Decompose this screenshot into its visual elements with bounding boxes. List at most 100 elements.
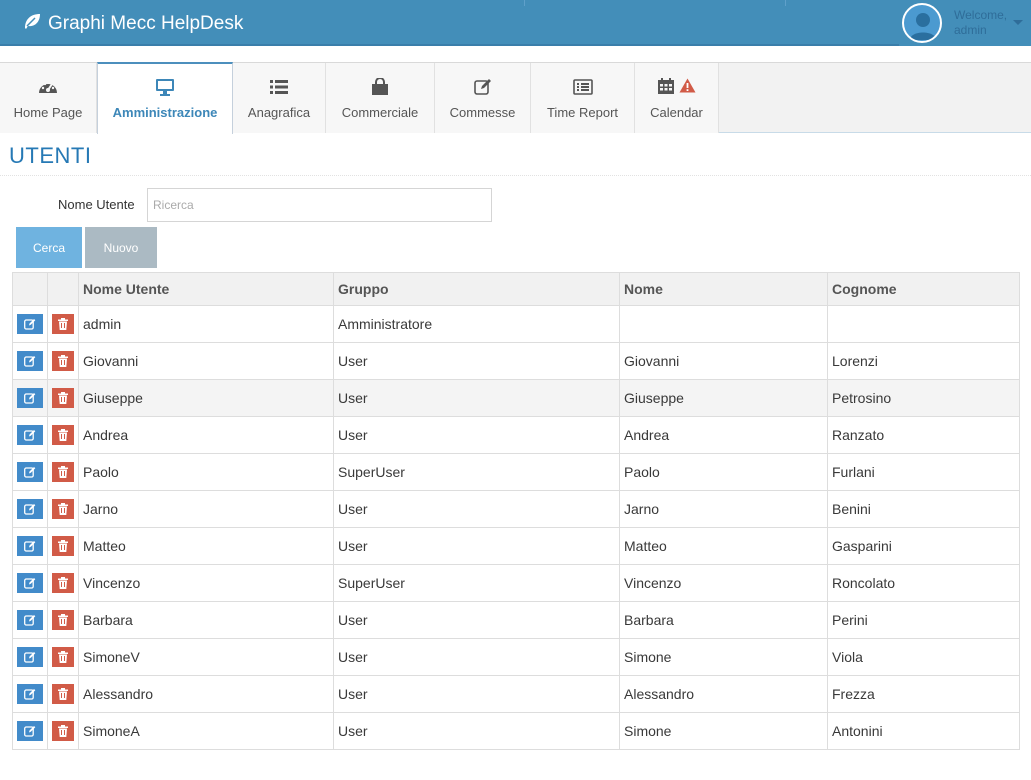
trash-icon[interactable] — [52, 573, 74, 593]
column-header-group[interactable]: Gruppo — [333, 272, 620, 306]
edit-icon[interactable] — [17, 647, 43, 667]
trash-icon[interactable] — [52, 314, 74, 334]
cell-username: SimoneA — [78, 712, 334, 750]
cell-group: User — [333, 527, 620, 565]
delete-cell — [47, 527, 79, 565]
cell-username: SimoneV — [78, 638, 334, 676]
cell-username: Barbara — [78, 601, 334, 639]
search-input[interactable] — [147, 188, 492, 222]
edit-cell — [12, 379, 48, 417]
app-brand[interactable]: Graphi Mecc HelpDesk — [22, 11, 243, 37]
tab-label: Anagrafica — [247, 105, 311, 120]
trash-icon[interactable] — [52, 684, 74, 704]
tab-amministrazione[interactable]: Amministrazione — [97, 62, 233, 134]
delete-cell — [47, 490, 79, 528]
edit-icon — [473, 77, 492, 97]
delete-cell — [47, 675, 79, 713]
cell-username: admin — [78, 305, 334, 343]
title-divider — [0, 175, 1031, 176]
edit-icon[interactable] — [17, 425, 43, 445]
cell-surname: Viola — [827, 638, 1020, 676]
tab-icons — [657, 77, 696, 97]
column-header-name[interactable]: Nome — [619, 272, 828, 306]
trash-icon[interactable] — [52, 647, 74, 667]
cell-username: Vincenzo — [78, 564, 334, 602]
cell-name: Alessandro — [619, 675, 828, 713]
column-header-surname[interactable]: Cognome — [827, 272, 1020, 306]
edit-cell — [12, 416, 48, 454]
cell-group: User — [333, 712, 620, 750]
edit-icon[interactable] — [17, 462, 43, 482]
trash-icon[interactable] — [52, 610, 74, 630]
cell-surname: Perini — [827, 601, 1020, 639]
trash-icon[interactable] — [52, 462, 74, 482]
cell-group: User — [333, 342, 620, 380]
cell-group: User — [333, 675, 620, 713]
delete-cell — [47, 601, 79, 639]
tab-anagrafica[interactable]: Anagrafica — [233, 63, 326, 133]
tab-time-report[interactable]: Time Report — [531, 63, 635, 133]
edit-icon[interactable] — [17, 314, 43, 334]
tab-commerciale[interactable]: Commerciale — [326, 63, 435, 133]
cell-name: Giovanni — [619, 342, 828, 380]
table-row: SimoneV User Simone Viola — [12, 638, 1020, 676]
trash-icon[interactable] — [52, 351, 74, 371]
cell-username: Giuseppe — [78, 379, 334, 417]
trash-icon[interactable] — [52, 499, 74, 519]
trash-icon[interactable] — [52, 425, 74, 445]
navbar-divider — [524, 0, 525, 6]
desktop-icon — [155, 77, 175, 97]
cell-surname: Lorenzi — [827, 342, 1020, 380]
welcome-label: Welcome, — [954, 8, 1008, 22]
tab-label: Amministrazione — [112, 105, 218, 120]
main-tabs: Home Page Amministrazione Anagrafica Com… — [0, 62, 1031, 134]
edit-icon[interactable] — [17, 388, 43, 408]
edit-icon[interactable] — [17, 573, 43, 593]
app-title: Graphi Mecc HelpDesk — [48, 13, 244, 34]
table-row: SimoneA User Simone Antonini — [12, 712, 1020, 750]
cell-surname: Petrosino — [827, 379, 1020, 417]
cell-name: Giuseppe — [619, 379, 828, 417]
cell-group: SuperUser — [333, 564, 620, 602]
tab-commesse[interactable]: Commesse — [435, 63, 531, 133]
header-edit-col — [12, 272, 48, 306]
warning-icon — [679, 78, 696, 96]
cell-surname: Gasparini — [827, 527, 1020, 565]
table-row: Vincenzo SuperUser Vincenzo Roncolato — [12, 564, 1020, 602]
search-label: Nome Utente — [58, 197, 135, 212]
tab-calendar[interactable]: Calendar — [635, 63, 719, 133]
new-button[interactable]: Nuovo — [85, 227, 157, 268]
cell-name — [619, 305, 828, 343]
edit-cell — [12, 305, 48, 343]
delete-cell — [47, 379, 79, 417]
edit-cell — [12, 601, 48, 639]
edit-cell — [12, 527, 48, 565]
cell-name: Matteo — [619, 527, 828, 565]
tab-home-page[interactable]: Home Page — [0, 63, 97, 133]
user-avatar-icon — [902, 3, 942, 43]
edit-icon[interactable] — [17, 684, 43, 704]
delete-cell — [47, 638, 79, 676]
table-row: Giuseppe User Giuseppe Petrosino — [12, 379, 1020, 417]
table-row: admin Amministratore — [12, 305, 1020, 343]
edit-icon[interactable] — [17, 351, 43, 371]
edit-icon[interactable] — [17, 499, 43, 519]
cell-name: Barbara — [619, 601, 828, 639]
edit-icon[interactable] — [17, 610, 43, 630]
cell-surname: Ranzato — [827, 416, 1020, 454]
navbar-divider — [785, 0, 786, 6]
trash-icon[interactable] — [52, 721, 74, 741]
column-header-username[interactable]: Nome Utente — [78, 272, 334, 306]
edit-icon[interactable] — [17, 536, 43, 556]
trash-icon[interactable] — [52, 536, 74, 556]
page-title: UTENTI — [9, 143, 92, 168]
list-icon — [269, 77, 289, 97]
edit-icon[interactable] — [17, 721, 43, 741]
cell-group: User — [333, 490, 620, 528]
tab-label: Commerciale — [341, 105, 419, 120]
user-menu[interactable]: Welcome, admin — [899, 0, 1031, 46]
trash-icon[interactable] — [52, 388, 74, 408]
table-row: Barbara User Barbara Perini — [12, 601, 1020, 639]
delete-cell — [47, 416, 79, 454]
search-button[interactable]: Cerca — [16, 227, 82, 268]
